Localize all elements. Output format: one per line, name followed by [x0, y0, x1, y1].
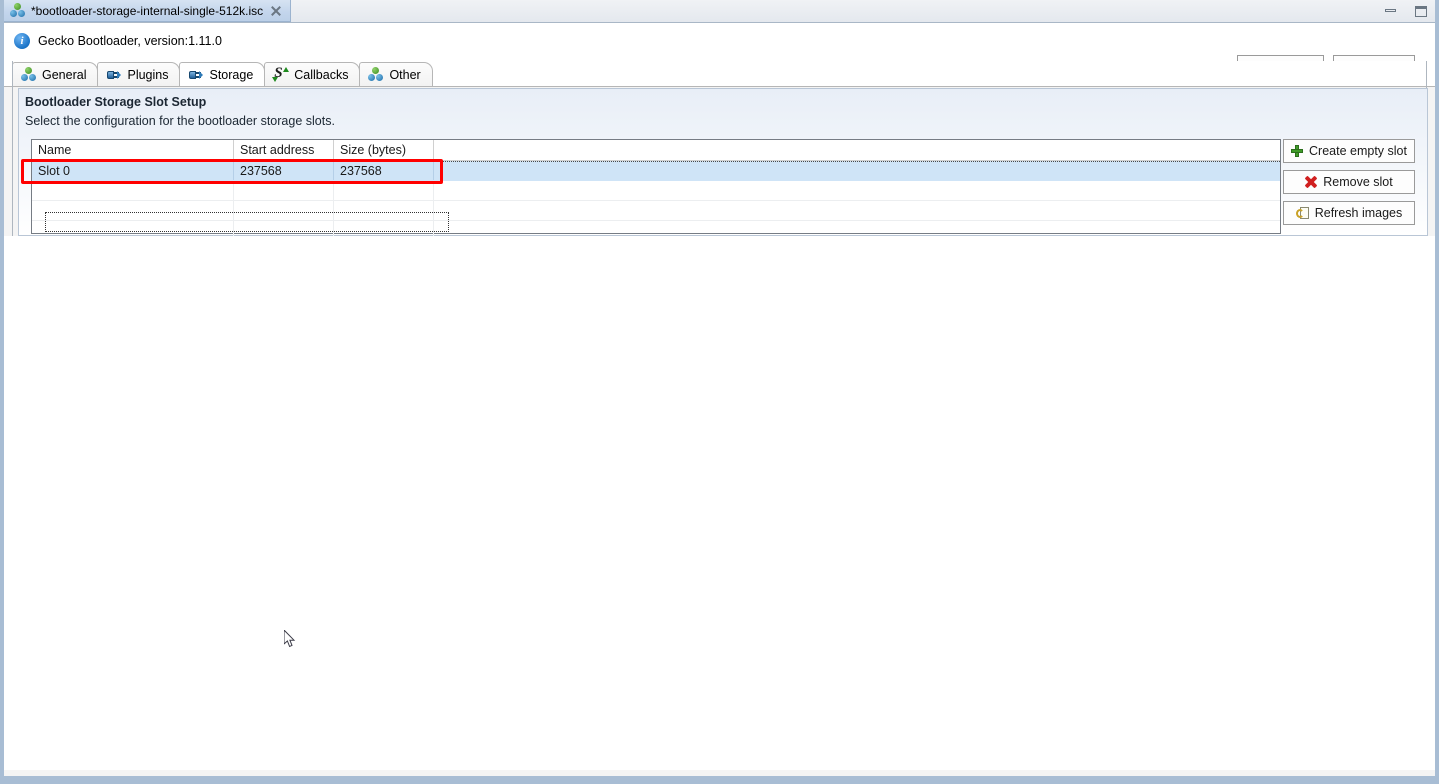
- tab-plugins[interactable]: Plugins: [97, 62, 180, 86]
- page-title: i Gecko Bootloader, version:1.11.0: [14, 33, 222, 49]
- column-header-name[interactable]: Name: [32, 140, 234, 160]
- table-row[interactable]: Slot 0 237568 237568: [32, 161, 1280, 181]
- balls-icon: [21, 67, 36, 82]
- window-client-area: *bootloader-storage-internal-single-512k…: [4, 0, 1435, 776]
- plus-icon: [1291, 145, 1303, 157]
- create-empty-slot-button[interactable]: Create empty slot: [1283, 139, 1415, 163]
- table-row[interactable]: [32, 181, 1280, 201]
- tab-storage[interactable]: Storage: [179, 62, 265, 86]
- remove-slot-button[interactable]: Remove slot: [1283, 170, 1415, 194]
- window-controls: [1383, 3, 1429, 19]
- tab-other-label: Other: [389, 68, 420, 82]
- editor-tab[interactable]: *bootloader-storage-internal-single-512k…: [4, 0, 291, 22]
- info-icon: i: [14, 33, 30, 49]
- cell-start-address: 237568: [234, 162, 334, 180]
- storage-slot-section: Bootloader Storage Slot Setup Select the…: [18, 88, 1428, 236]
- balls-icon: [368, 67, 383, 82]
- refresh-icon: [1296, 207, 1309, 220]
- tab-callbacks[interactable]: S Callbacks: [264, 62, 360, 86]
- editor-tab-label: *bootloader-storage-internal-single-512k…: [31, 4, 263, 18]
- column-header-size[interactable]: Size (bytes): [334, 140, 434, 160]
- cell-extra: [434, 201, 1280, 220]
- tab-storage-label: Storage: [209, 68, 253, 82]
- balls-icon: [10, 3, 25, 18]
- remove-slot-label: Remove slot: [1323, 175, 1392, 189]
- section-description: Select the configuration for the bootloa…: [25, 114, 335, 128]
- plug-icon: [188, 67, 203, 82]
- plug-icon: [106, 67, 121, 82]
- cell-name: [32, 181, 234, 200]
- tab-strip: General Plugins Storage S: [4, 61, 1435, 87]
- content-body: [4, 236, 1435, 770]
- cell-size: 237568: [334, 162, 434, 180]
- section-title: Bootloader Storage Slot Setup: [25, 95, 206, 109]
- tab-other[interactable]: Other: [359, 62, 432, 86]
- title-bar: *bootloader-storage-internal-single-512k…: [4, 0, 1435, 23]
- column-header-extra[interactable]: [434, 140, 1280, 160]
- slot-actions: Create empty slot Remove slot Refresh im…: [1283, 139, 1415, 225]
- maximize-icon[interactable]: [1413, 3, 1429, 19]
- cell-name: Slot 0: [32, 162, 234, 180]
- minimize-icon[interactable]: [1383, 3, 1399, 19]
- cell-extra: [434, 181, 1280, 200]
- tab-plugins-label: Plugins: [127, 68, 168, 82]
- slot-table[interactable]: Name Start address Size (bytes) Slot 0 2…: [31, 139, 1281, 234]
- table-header-row: Name Start address Size (bytes): [32, 140, 1280, 161]
- tab-underline: [4, 86, 1435, 87]
- tab-general-label: General: [42, 68, 86, 82]
- refresh-images-label: Refresh images: [1315, 206, 1403, 220]
- table-row[interactable]: [32, 201, 1280, 221]
- cell-start-address: [234, 201, 334, 220]
- cell-start-address: [234, 181, 334, 200]
- cell-extra: [434, 162, 1280, 180]
- refresh-images-button[interactable]: Refresh images: [1283, 201, 1415, 225]
- application-window: *bootloader-storage-internal-single-512k…: [0, 0, 1439, 784]
- create-empty-slot-label: Create empty slot: [1309, 144, 1407, 158]
- s-arrows-icon: S: [273, 67, 288, 82]
- tab-callbacks-label: Callbacks: [294, 68, 348, 82]
- x-icon: [1305, 176, 1317, 188]
- tab-general[interactable]: General: [12, 62, 98, 86]
- close-icon[interactable]: [269, 4, 282, 17]
- cell-name: [32, 201, 234, 220]
- cell-size: [334, 201, 434, 220]
- column-header-start-address[interactable]: Start address: [234, 140, 334, 160]
- cell-size: [334, 181, 434, 200]
- form-header: i Gecko Bootloader, version:1.11.0 Gener…: [4, 23, 1435, 61]
- page-title-label: Gecko Bootloader, version:1.11.0: [38, 34, 222, 48]
